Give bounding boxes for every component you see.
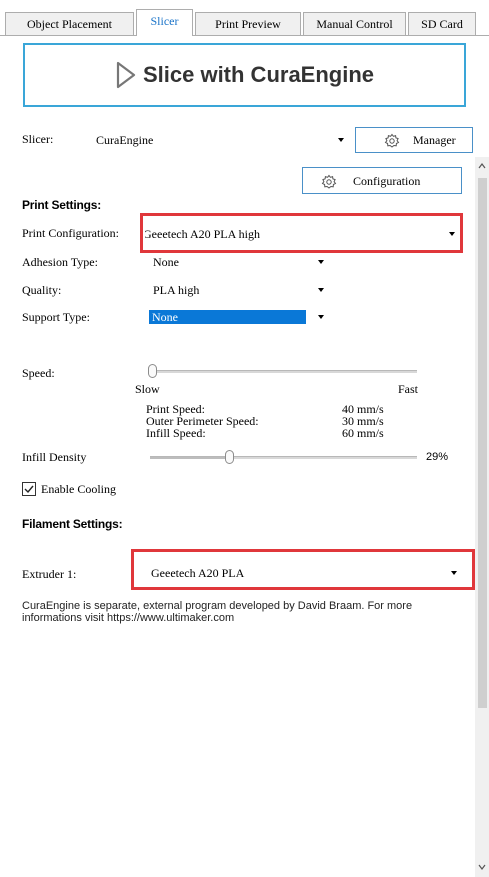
speed-slow-label: Slow <box>135 382 160 396</box>
infill-speed-value: 60 mm/s <box>342 426 384 440</box>
slice-button[interactable]: Slice with CuraEngine <box>23 43 466 107</box>
filament-settings-heading: Filament Settings: <box>22 517 123 531</box>
quality-value: PLA high <box>153 283 200 297</box>
tab-object-placement[interactable]: Object Placement <box>5 12 134 35</box>
tab-slicer[interactable]: Slicer <box>136 9 193 36</box>
quality-select[interactable]: PLA high <box>145 281 330 299</box>
adhesion-type-select[interactable]: None <box>145 253 330 271</box>
support-type-label: Support Type: <box>22 310 90 324</box>
tab-print-preview[interactable]: Print Preview <box>195 12 301 35</box>
play-outline-icon <box>116 61 136 89</box>
infill-slider-fill <box>150 456 225 459</box>
enable-cooling-checkbox[interactable] <box>22 482 36 496</box>
adhesion-type-value: None <box>153 255 179 269</box>
infill-speed-label: Infill Speed: <box>146 426 206 440</box>
speed-fast-label: Fast <box>398 382 419 396</box>
slice-button-label: Slice with CuraEngine <box>142 62 375 87</box>
chevron-down-icon <box>318 315 324 319</box>
enable-cooling-label: Enable Cooling <box>41 482 116 496</box>
infill-density-label: Infill Density <box>22 450 87 464</box>
quality-label: Quality: <box>22 283 62 297</box>
slicer-label: Slicer: <box>22 132 54 146</box>
curaengine-note: CuraEngine is separate, external program… <box>22 600 413 624</box>
speed-slider-track[interactable] <box>150 370 417 373</box>
annotation-highlight-box <box>140 213 463 253</box>
tab-divider <box>0 35 489 36</box>
speed-slider-thumb[interactable] <box>148 364 157 378</box>
annotation-highlight-box <box>131 549 475 590</box>
print-settings-heading: Print Settings: <box>22 198 102 212</box>
print-configuration-label: Print Configuration: <box>22 226 119 240</box>
speed-label: Speed: <box>22 366 55 380</box>
support-type-value: None <box>152 310 178 324</box>
scroll-up-arrow-icon[interactable] <box>477 161 487 171</box>
adhesion-type-label: Adhesion Type: <box>22 255 98 269</box>
slicer-select-value: CuraEngine <box>96 133 154 147</box>
infill-slider-thumb[interactable] <box>224 450 234 464</box>
chevron-down-icon <box>318 260 324 264</box>
gear-icon <box>384 133 400 148</box>
tab-manual-control[interactable]: Manual Control <box>303 12 406 35</box>
slicer-select[interactable]: CuraEngine <box>88 131 350 149</box>
manager-button-label: Manager <box>413 133 456 147</box>
support-type-select[interactable]: None <box>145 308 330 326</box>
chevron-down-icon <box>338 138 344 142</box>
scroll-down-arrow-icon[interactable] <box>477 862 487 872</box>
configuration-button-label: Configuration <box>353 174 421 188</box>
extruder-1-label: Extruder 1: <box>22 567 77 581</box>
manager-button[interactable]: Manager <box>355 127 473 153</box>
tab-bar: Object Placement Slicer Print Preview Ma… <box>0 0 489 36</box>
infill-density-value: 29% <box>426 451 449 463</box>
configuration-button[interactable]: Configuration <box>302 167 462 194</box>
chevron-down-icon <box>318 288 324 292</box>
scrollbar-thumb[interactable] <box>478 178 487 708</box>
checkmark-icon <box>24 485 34 494</box>
tab-sd-card[interactable]: SD Card <box>408 12 476 35</box>
gear-icon <box>321 174 337 189</box>
